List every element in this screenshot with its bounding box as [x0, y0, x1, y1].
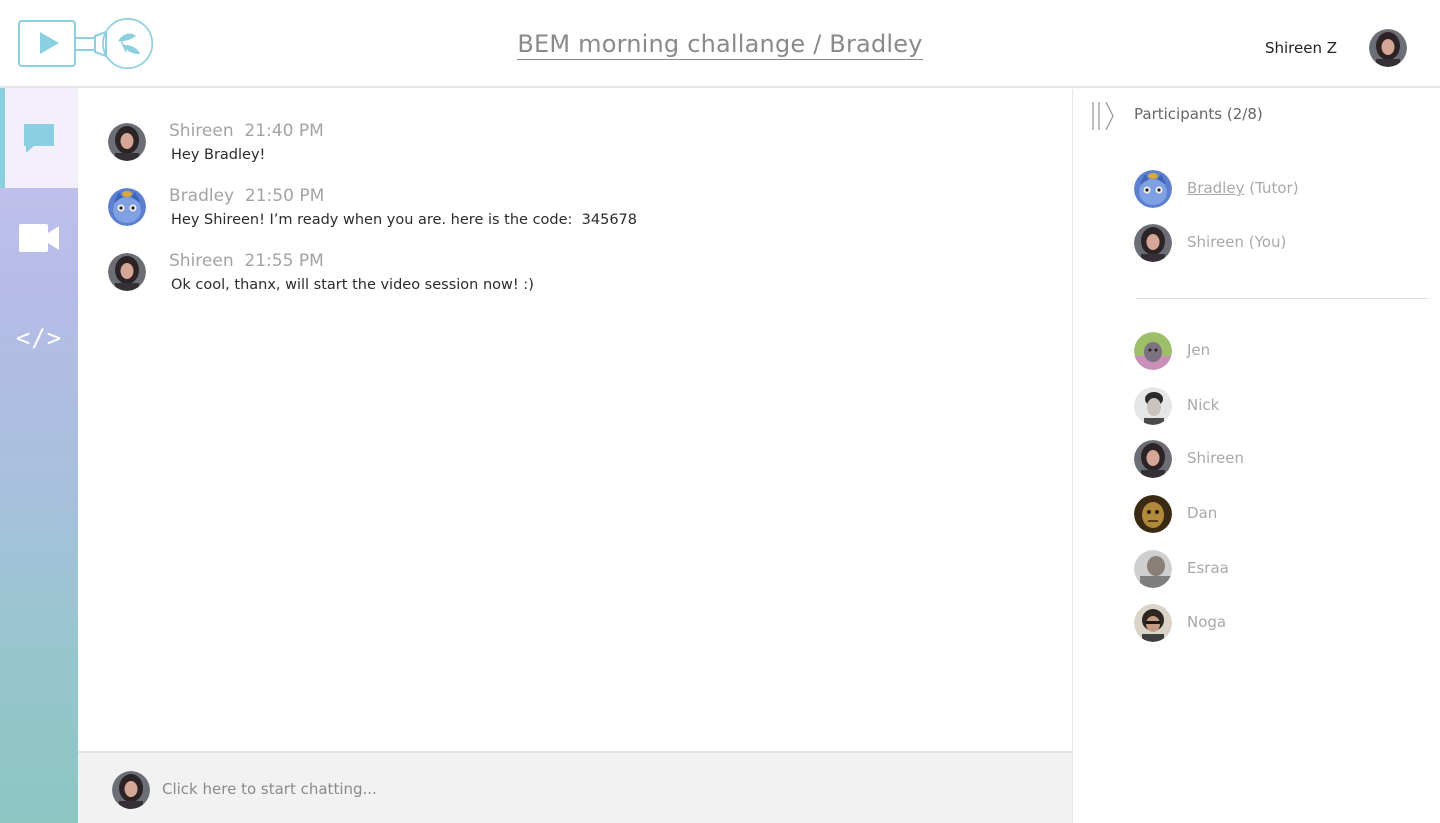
- participant-name: Bradley (Tutor): [1187, 179, 1299, 197]
- participant-name: Nick: [1187, 396, 1220, 414]
- sidebar-item-chat[interactable]: [0, 88, 78, 188]
- message-meta: Bradley 21:50 PM: [169, 186, 324, 206]
- participant-name: Esraa: [1187, 559, 1229, 577]
- session-title-link[interactable]: BEM morning challange / Bradley: [517, 30, 923, 60]
- avatar: [1134, 170, 1172, 208]
- avatar: [1134, 440, 1172, 478]
- message-text: Hey Shireen! I’m ready when you are. her…: [171, 212, 637, 228]
- session-title[interactable]: BEM morning challange / Bradley: [0, 30, 1440, 60]
- app-header: BEM morning challange / Bradley Shireen …: [0, 0, 1440, 88]
- chat-composer: [78, 751, 1072, 823]
- participant-row[interactable]: Dan: [1134, 495, 1424, 535]
- chat-message: Shireen 21:55 PM Ok cool, thanx, will st…: [108, 251, 1008, 311]
- chat-message: Shireen 21:40 PM Hey Bradley!: [108, 121, 1008, 181]
- current-user-name[interactable]: Shireen Z: [1265, 39, 1337, 57]
- message-text: Hey Bradley!: [171, 147, 266, 163]
- avatar: [112, 771, 150, 809]
- avatar: [1134, 332, 1172, 370]
- current-user-avatar[interactable]: [1369, 29, 1407, 67]
- message-time: 21:50 PM: [244, 186, 325, 206]
- participant-row[interactable]: Shireen (You): [1134, 224, 1424, 264]
- sidebar-item-code[interactable]: </>: [0, 288, 78, 388]
- participants-title: Participants (2/8): [1134, 105, 1263, 123]
- participant-name: Shireen: [1187, 449, 1244, 467]
- chat-message: Bradley 21:50 PM Hey Shireen! I’m ready …: [108, 186, 1008, 246]
- avatar: [1134, 495, 1172, 533]
- participant-name: Dan: [1187, 504, 1218, 522]
- message-text: Ok cool, thanx, will start the video ses…: [171, 277, 534, 293]
- participant-row[interactable]: Jen: [1134, 332, 1424, 372]
- avatar: [108, 188, 146, 226]
- video-camera-icon: [19, 224, 59, 252]
- participants-panel: Participants (2/8) Bradley (Tutor) Shire…: [1072, 89, 1440, 823]
- participants-divider: [1136, 298, 1428, 299]
- participant-name-link[interactable]: Bradley: [1187, 179, 1244, 197]
- avatar: [1134, 387, 1172, 425]
- message-author: Shireen: [169, 121, 234, 141]
- participant-name: Noga: [1187, 613, 1227, 631]
- sidebar-item-video[interactable]: [0, 188, 78, 288]
- message-time: 21:55 PM: [244, 251, 324, 271]
- participant-name: Jen: [1187, 341, 1211, 359]
- participant-row[interactable]: Esraa: [1134, 550, 1424, 590]
- participant-row[interactable]: Noga: [1134, 604, 1424, 644]
- avatar: [108, 253, 146, 291]
- message-time: 21:40 PM: [244, 121, 324, 141]
- participant-name: Shireen (You): [1187, 233, 1287, 251]
- participant-row[interactable]: Nick: [1134, 387, 1424, 427]
- message-meta: Shireen 21:40 PM: [169, 121, 324, 141]
- participant-row[interactable]: Bradley (Tutor): [1134, 170, 1424, 210]
- chat-messages[interactable]: Shireen 21:40 PM Hey Bradley! Bradley 21…: [78, 89, 1072, 751]
- code-icon: </>: [15, 324, 63, 352]
- message-author: Shireen: [169, 251, 234, 271]
- chat-bubble-icon: [24, 124, 54, 153]
- avatar: [1134, 224, 1172, 262]
- left-sidebar: </>: [0, 88, 78, 823]
- avatar: [108, 123, 146, 161]
- participant-row[interactable]: Shireen: [1134, 440, 1424, 480]
- avatar: [1134, 550, 1172, 588]
- message-meta: Shireen 21:55 PM: [169, 251, 324, 271]
- chat-input[interactable]: [162, 775, 1022, 803]
- participant-role: (Tutor): [1244, 179, 1299, 197]
- collapse-panel-icon[interactable]: [1091, 100, 1115, 132]
- avatar: [1134, 604, 1172, 642]
- message-author: Bradley: [169, 186, 235, 206]
